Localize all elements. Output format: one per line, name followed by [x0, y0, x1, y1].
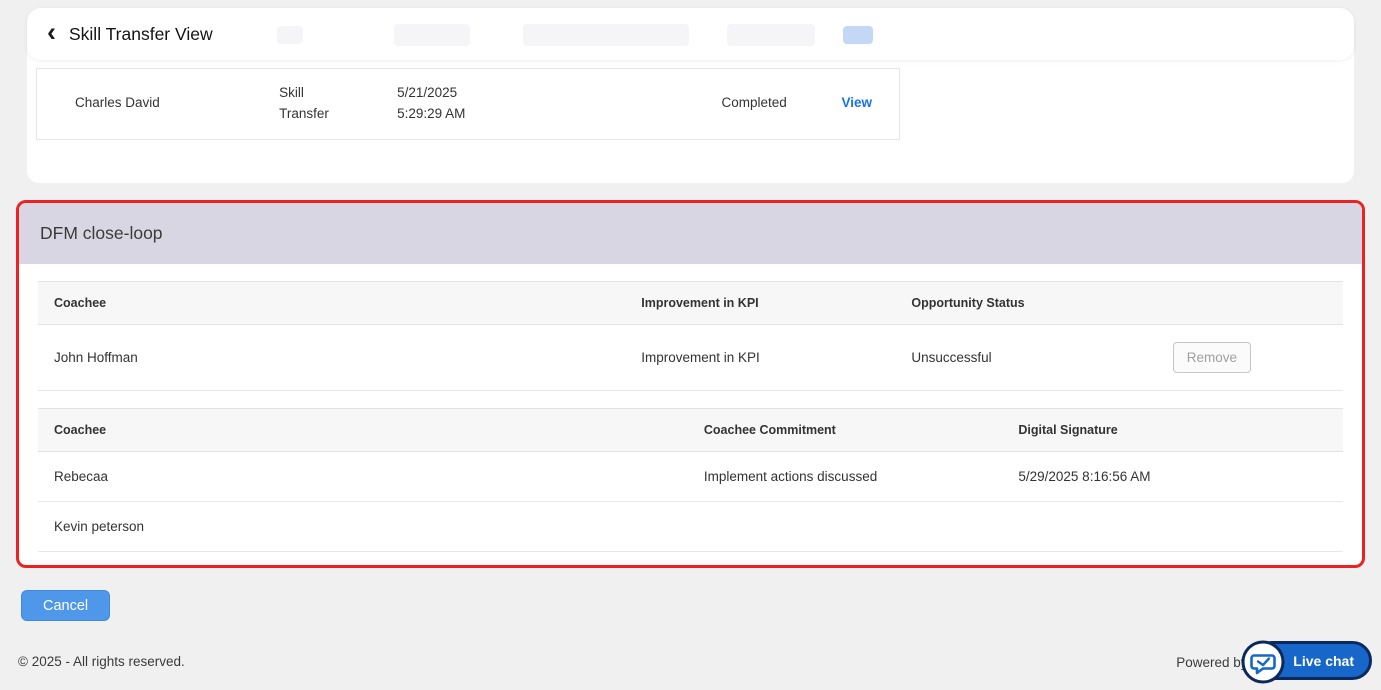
- table-row: Kevin peterson: [38, 501, 1343, 552]
- remove-button[interactable]: Remove: [1172, 342, 1251, 373]
- back-chevron-icon[interactable]: ‹: [47, 19, 56, 46]
- chat-bubble-icon: [1239, 638, 1287, 686]
- obscured-view-header: [843, 26, 873, 44]
- kpi-table-header-row: Coachee Improvement in KPI Opportunity S…: [38, 281, 1343, 325]
- column-header-digital-signature: Digital Signature: [1002, 408, 1343, 452]
- kpi-table: Coachee Improvement in KPI Opportunity S…: [38, 281, 1343, 391]
- dfm-close-loop-section: DFM close-loop Coachee Improvement in KP…: [16, 200, 1365, 568]
- live-chat-widget[interactable]: Live chat: [1241, 640, 1372, 684]
- time-line: 5:29:29 AM: [397, 105, 466, 121]
- improvement-cell: Improvement in KPI: [625, 324, 896, 391]
- empty-cell: [489, 69, 684, 140]
- commitment-cell: Implement actions discussed: [687, 451, 1003, 502]
- dfm-section-title: DFM close-loop: [40, 223, 163, 243]
- coach-name-cell: Charles David: [75, 95, 160, 111]
- coachee-cell: Kevin peterson: [38, 501, 688, 552]
- view-action-cell: View: [804, 69, 900, 140]
- column-header-coachee: Coachee: [38, 281, 626, 325]
- skill-transfer-history-table: Charles David Skill Transfer 5/21/2025 5…: [36, 68, 900, 140]
- table-row: Charles David Skill Transfer 5/21/2025 5…: [37, 69, 900, 140]
- date-cell: 5/21/2025 5:29:29 AM: [359, 69, 489, 140]
- coachee-cell: Rebecaa: [38, 451, 688, 502]
- dfm-section-body: Coachee Improvement in KPI Opportunity S…: [19, 264, 1362, 552]
- transfer-type-cell: Skill Transfer: [279, 85, 329, 121]
- column-header-coachee: Coachee: [38, 408, 688, 452]
- table-row: Rebecaa Implement actions discussed 5/29…: [38, 451, 1343, 502]
- column-header-opportunity-status: Opportunity Status: [895, 281, 1154, 325]
- obscured-header-cell: [727, 24, 815, 46]
- dfm-section-header: DFM close-loop: [19, 203, 1362, 264]
- coachee-cell: John Hoffman: [38, 324, 626, 391]
- date-line: 5/21/2025: [397, 85, 458, 100]
- table-row: John Hoffman Improvement in KPI Unsucces…: [38, 324, 1343, 391]
- column-header-improvement: Improvement in KPI: [625, 281, 896, 325]
- row-actions-cell: Remove: [1153, 324, 1343, 391]
- obscured-header-cell: [523, 24, 689, 46]
- live-chat-label: Live chat: [1293, 652, 1354, 669]
- page-header: ‹ Skill Transfer View: [27, 8, 1354, 60]
- opportunity-status-cell: Unsuccessful: [895, 324, 1154, 391]
- commitment-cell: [687, 501, 1003, 552]
- obscured-header-cell: [277, 26, 303, 44]
- column-header-actions: [1153, 281, 1343, 325]
- page: ‹ Skill Transfer View Charles David Skil…: [0, 0, 1381, 690]
- status-cell: Completed: [721, 95, 787, 111]
- signature-cell: [1002, 501, 1343, 552]
- obscured-header-cell: [394, 24, 470, 46]
- cancel-button[interactable]: Cancel: [21, 590, 111, 621]
- copyright-text: © 2025 - All rights reserved.: [18, 654, 185, 669]
- commitment-table-header-row: Coachee Coachee Commitment Digital Signa…: [38, 408, 1343, 452]
- column-header-commitment: Coachee Commitment: [687, 408, 1003, 452]
- view-link[interactable]: View: [842, 95, 873, 110]
- signature-cell: 5/29/2025 8:16:56 AM: [1002, 451, 1343, 502]
- commitment-table: Coachee Coachee Commitment Digital Signa…: [38, 408, 1343, 552]
- page-title: Skill Transfer View: [69, 23, 213, 44]
